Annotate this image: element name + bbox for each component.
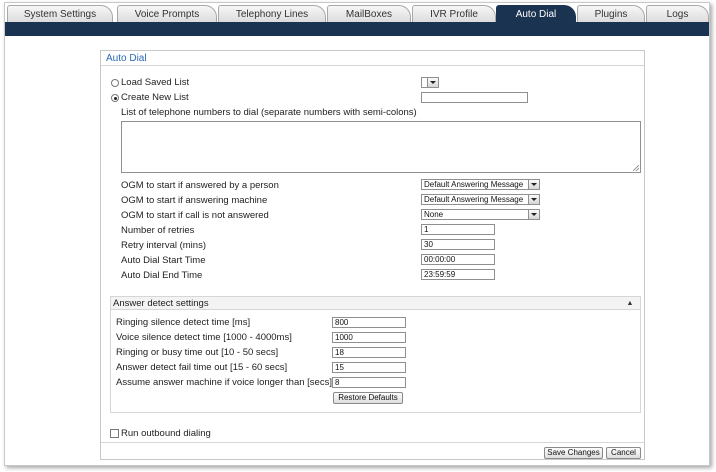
ogm-machine-select[interactable]: Default Answering Message [421,194,540,205]
load-saved-list-label: Load Saved List [121,77,190,88]
cancel-button[interactable]: Cancel [606,447,641,459]
numbers-textarea[interactable] [121,121,641,173]
retry-interval-label: Retry interval (mins) [121,240,206,251]
tab-telephony-lines[interactable]: Telephony Lines [218,5,326,22]
machine-voice-label: Assume answer machine if voice longer th… [116,377,332,388]
tab-plugins[interactable]: Plugins [577,5,645,22]
ogm-machine-label: OGM to start if answering machine [121,195,268,206]
retries-label: Number of retries [121,225,195,236]
end-time-label: Auto Dial End Time [121,270,203,281]
end-time-input[interactable]: 23:59:59 [421,269,495,280]
load-saved-list-radio[interactable] [111,79,119,87]
chevron-down-icon [528,210,539,219]
fail-timeout-input[interactable]: 15 [332,362,406,373]
restore-defaults-button[interactable]: Restore Defaults [333,392,403,404]
resize-grip-icon[interactable] [633,165,639,171]
tab-ivr-profile[interactable]: IVR Profile [412,5,496,22]
start-time-input[interactable]: 00:00:00 [421,254,495,265]
tab-bar: System Settings Voice Prompts Telephony … [5,5,709,23]
ogm-noanswer-label: OGM to start if call is not answered [121,210,269,221]
footer-divider [101,442,644,443]
ogm-machine-value: Default Answering Message [424,195,524,204]
panel-title: Auto Dial [101,51,644,66]
tab-mailboxes[interactable]: MailBoxes [327,5,411,22]
ogm-person-label: OGM to start if answered by a person [121,180,279,191]
chevron-down-icon [427,78,438,87]
ogm-person-value: Default Answering Message [424,180,524,189]
answer-detect-title-text: Answer detect settings [113,298,209,309]
fail-timeout-label: Answer detect fail time out [15 - 60 sec… [116,362,288,373]
nav-strip [5,22,709,36]
chevron-down-icon [528,195,539,204]
voice-silence-label: Voice silence detect time [1000 - 4000ms… [116,332,292,343]
create-new-list-radio[interactable] [111,94,119,102]
auto-dial-panel: Auto Dial Load Saved List Create New Lis… [100,50,645,460]
ogm-noanswer-value: None [424,210,444,219]
numbers-caption: List of telephone numbers to dial (separ… [121,107,417,118]
app-window: System Settings Voice Prompts Telephony … [4,2,710,466]
ogm-person-select[interactable]: Default Answering Message [421,179,540,190]
tab-system-settings[interactable]: System Settings [7,5,113,22]
save-changes-button[interactable]: Save Changes [544,447,603,459]
tab-voice-prompts[interactable]: Voice Prompts [117,5,217,22]
busy-timeout-label: Ringing or busy time out [10 - 50 secs] [116,347,279,358]
tab-logs[interactable]: Logs [646,5,709,22]
new-list-name-input[interactable] [421,92,528,103]
collapse-icon[interactable]: ▲ [626,300,634,308]
chevron-down-icon [528,180,539,189]
ringing-silence-label: Ringing silence detect time [ms] [116,317,251,328]
create-new-list-label: Create New List [121,92,189,103]
tab-auto-dial[interactable]: Auto Dial [496,5,576,22]
answer-detect-panel: Answer detect settings ▲ Ringing silence… [110,296,641,413]
start-time-label: Auto Dial Start Time [121,255,206,266]
busy-timeout-input[interactable]: 18 [332,347,406,358]
run-outbound-checkbox[interactable] [110,429,119,438]
retries-input[interactable]: 1 [421,224,495,235]
ogm-noanswer-select[interactable]: None [421,209,540,220]
voice-silence-input[interactable]: 1000 [332,332,406,343]
retry-interval-input[interactable]: 30 [421,239,495,250]
machine-voice-input[interactable]: 8 [332,377,406,388]
answer-detect-title[interactable]: Answer detect settings ▲ [111,297,640,310]
run-outbound-label: Run outbound dialing [121,428,211,439]
ringing-silence-input[interactable]: 800 [332,317,406,328]
saved-list-select[interactable] [421,77,439,88]
